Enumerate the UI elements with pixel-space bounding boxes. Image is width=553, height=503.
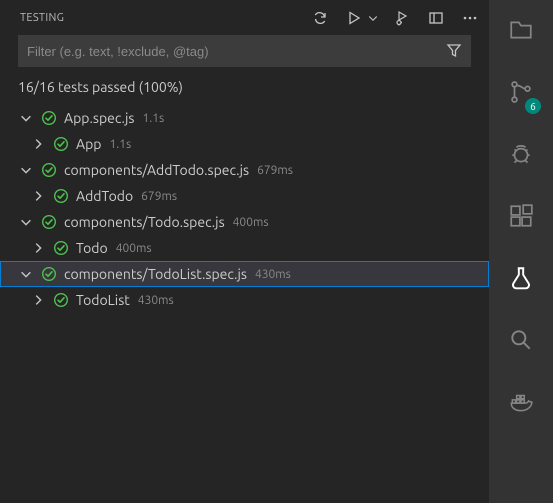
- test-row[interactable]: AddTodo 679ms: [0, 183, 489, 209]
- status-pass-icon: [52, 291, 70, 309]
- test-duration: 430ms: [255, 268, 291, 281]
- testing-icon[interactable]: [497, 258, 545, 298]
- bug-icon[interactable]: [497, 134, 545, 174]
- test-row[interactable]: components/AddTodo.spec.js 679ms: [0, 157, 489, 183]
- output-icon[interactable]: [425, 7, 447, 29]
- test-label: components/TodoList.spec.js: [64, 266, 247, 282]
- test-row[interactable]: TodoList 430ms: [0, 287, 489, 313]
- test-label: TodoList: [76, 292, 130, 308]
- testing-panel: TESTING: [0, 0, 489, 503]
- test-summary: 16/16 tests passed (100%): [0, 73, 489, 105]
- chevron-right-icon[interactable]: [30, 292, 46, 308]
- test-duration: 1.1s: [142, 112, 164, 125]
- search-icon[interactable]: [497, 320, 545, 360]
- test-duration: 400ms: [116, 242, 152, 255]
- status-pass-icon: [40, 161, 58, 179]
- test-duration: 679ms: [257, 164, 293, 177]
- test-label: App: [76, 136, 101, 152]
- panel-header: TESTING: [0, 0, 489, 35]
- chevron-right-icon[interactable]: [30, 188, 46, 204]
- explorer-icon[interactable]: [497, 10, 545, 50]
- play-icon[interactable]: [343, 7, 365, 29]
- test-label: AddTodo: [76, 188, 133, 204]
- test-duration: 679ms: [141, 190, 177, 203]
- filter-box[interactable]: [18, 35, 471, 67]
- scm-badge: 6: [525, 98, 541, 114]
- filter-container: [0, 35, 489, 73]
- test-label: components/AddTodo.spec.js: [64, 162, 249, 178]
- run-tests-split[interactable]: [343, 7, 379, 29]
- chevron-down-icon[interactable]: [18, 214, 34, 230]
- panel-title: TESTING: [20, 12, 309, 24]
- refresh-icon[interactable]: [309, 7, 331, 29]
- filter-input[interactable]: [27, 44, 446, 59]
- chevron-down-icon[interactable]: [18, 110, 34, 126]
- status-pass-icon: [52, 239, 70, 257]
- test-row[interactable]: App.spec.js 1.1s: [0, 105, 489, 131]
- test-label: components/Todo.spec.js: [64, 214, 225, 230]
- header-actions: [309, 7, 481, 29]
- docker-icon[interactable]: [497, 382, 545, 422]
- extensions-icon[interactable]: [497, 196, 545, 236]
- test-duration: 430ms: [138, 294, 174, 307]
- status-pass-icon: [40, 265, 58, 283]
- status-pass-icon: [40, 213, 58, 231]
- status-pass-icon: [52, 187, 70, 205]
- activity-bar: 6: [489, 0, 553, 503]
- test-row[interactable]: Todo 400ms: [0, 235, 489, 261]
- test-row[interactable]: App 1.1s: [0, 131, 489, 157]
- test-label: Todo: [76, 240, 108, 256]
- test-duration: 400ms: [233, 216, 269, 229]
- status-pass-icon: [40, 109, 58, 127]
- test-tree[interactable]: App.spec.js 1.1s App 1.1s components/AddTodo…: [0, 105, 489, 503]
- chevron-right-icon[interactable]: [30, 240, 46, 256]
- chevron-down-icon[interactable]: [367, 7, 379, 29]
- source-control-icon[interactable]: 6: [497, 72, 545, 112]
- test-duration: 1.1s: [109, 138, 131, 151]
- chevron-down-icon[interactable]: [18, 266, 34, 282]
- debug-play-icon[interactable]: [391, 7, 413, 29]
- filter-icon[interactable]: [446, 42, 462, 61]
- test-row[interactable]: components/Todo.spec.js 400ms: [0, 209, 489, 235]
- chevron-right-icon[interactable]: [30, 136, 46, 152]
- chevron-down-icon[interactable]: [18, 162, 34, 178]
- test-row[interactable]: components/TodoList.spec.js 430ms: [0, 261, 489, 287]
- more-icon[interactable]: [459, 7, 481, 29]
- status-pass-icon: [52, 135, 70, 153]
- test-label: App.spec.js: [64, 110, 134, 126]
